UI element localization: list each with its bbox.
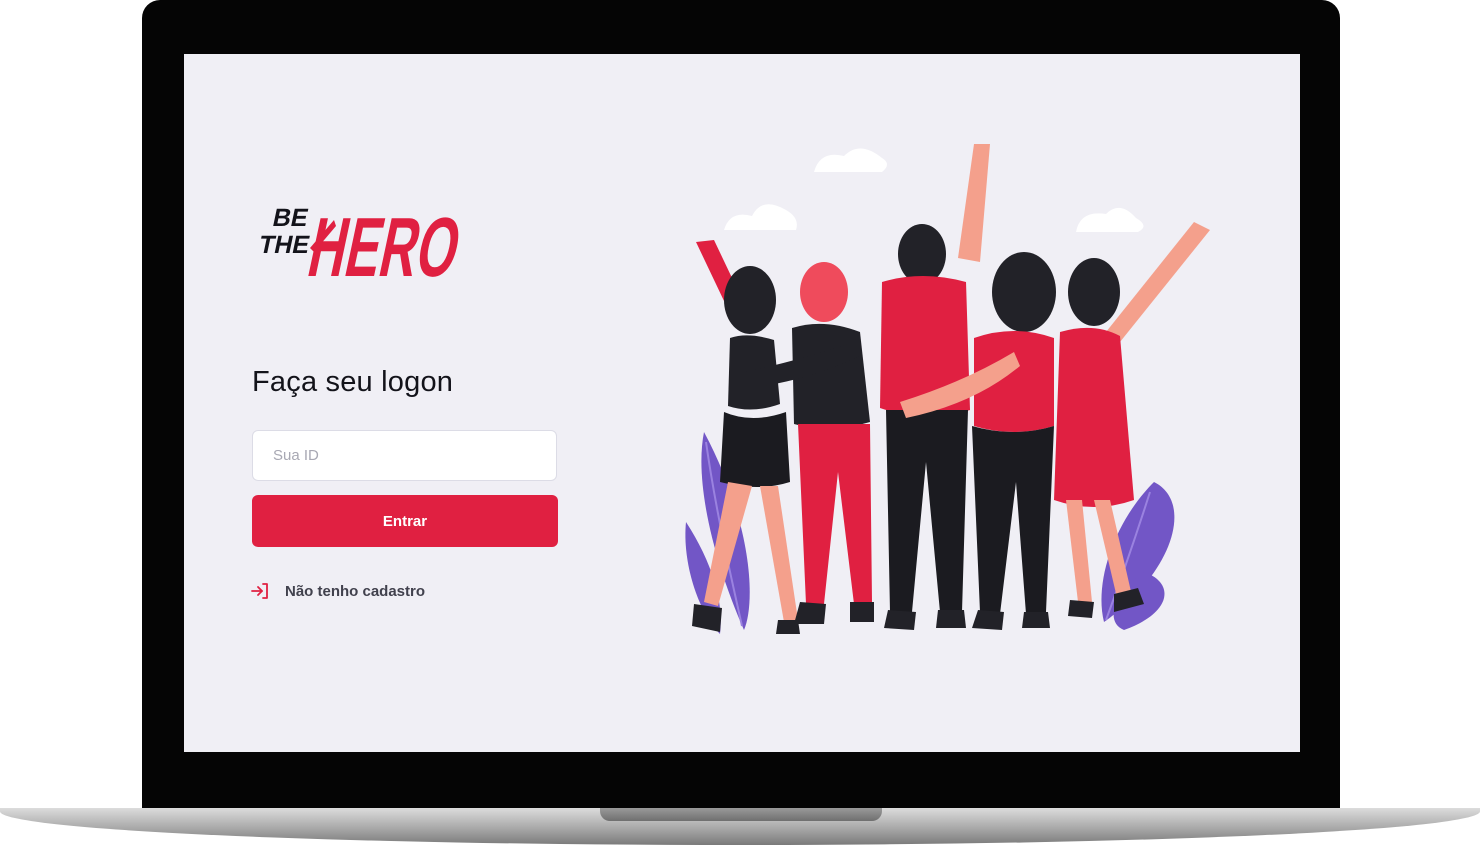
be-the-hero-logo: BE THE HERO [256, 200, 469, 286]
logo-be-text: BE [270, 204, 311, 232]
logo-hero-text: HERO [301, 200, 469, 286]
login-title: Faça seu logon [252, 366, 454, 398]
id-input[interactable] [252, 430, 557, 481]
laptop-base-notch [600, 808, 882, 821]
login-button[interactable]: Entrar [252, 495, 558, 547]
register-link[interactable]: Não tenho cadastro [250, 581, 425, 601]
log-in-icon [250, 581, 270, 601]
register-link-label: Não tenho cadastro [285, 582, 426, 600]
login-page: BE THE HERO Faça seu logon Entrar Não te… [184, 54, 1300, 752]
laptop-mockup: BE THE HERO Faça seu logon Entrar Não te… [0, 0, 1480, 845]
heroes-group-illustration [685, 144, 1210, 634]
logo-the-text: THE [256, 231, 312, 259]
clouds [724, 148, 1144, 232]
